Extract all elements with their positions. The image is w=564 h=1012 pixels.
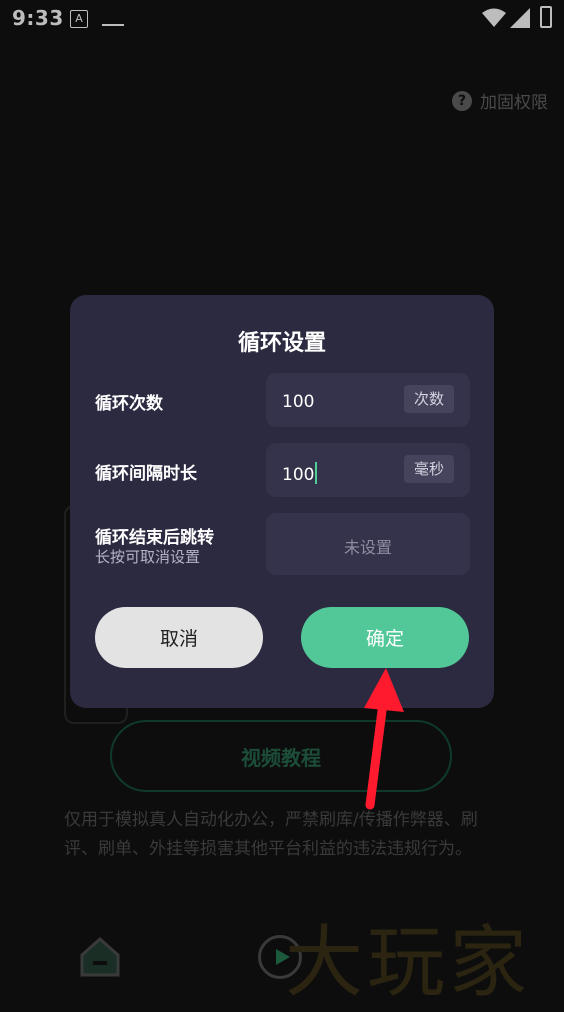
loop-count-input[interactable]: 100 次数	[266, 373, 470, 427]
status-time: 9:33	[12, 6, 64, 30]
font-a-icon: A	[70, 10, 88, 28]
permission-link[interactable]: ? 加固权限	[452, 88, 548, 113]
permission-label: 加固权限	[480, 93, 548, 113]
loop-interval-unit: 毫秒	[403, 455, 454, 483]
battery-icon	[540, 6, 552, 28]
jump-after-placeholder: 未设置	[343, 538, 392, 557]
disclaimer-text: 仅用于模拟真人自动化办公，严禁刷库/传播作弊器、刷评、刷单、外挂等损害其他平台利…	[64, 810, 478, 859]
loop-interval-value-wrap: 100	[282, 462, 318, 485]
jump-after-hint: 长按可取消设置	[95, 548, 201, 566]
jump-after-label: 循环结束后跳转	[95, 528, 214, 548]
wifi-icon	[482, 8, 506, 27]
signal-icon	[510, 8, 530, 28]
watermark: 大玩家	[285, 918, 532, 1008]
loop-settings-dialog: 循环设置 循环次数 100 次数 循环间隔时长 100 毫秒 循环结束后跳转 长…	[70, 295, 494, 708]
dialog-title: 循环设置	[237, 331, 326, 356]
status-bar: 9:33 A	[0, 0, 564, 36]
loop-interval-input[interactable]: 100 毫秒	[266, 443, 470, 497]
loop-interval-label: 循环间隔时长	[95, 464, 197, 484]
jump-after-selector[interactable]: 未设置	[266, 513, 470, 575]
loop-count-unit: 次数	[403, 385, 454, 413]
home-icon[interactable]	[78, 935, 122, 979]
cancel-button[interactable]: 取消	[95, 607, 263, 668]
loop-count-label: 循环次数	[95, 394, 163, 414]
loop-interval-value: 100	[282, 465, 315, 485]
annotation-arrow-icon	[364, 668, 404, 810]
keyboard-icon	[102, 12, 124, 26]
help-icon: ?	[452, 90, 472, 111]
confirm-button[interactable]: 确定	[301, 607, 469, 668]
loop-count-value: 100	[282, 392, 315, 412]
text-cursor	[315, 462, 318, 484]
